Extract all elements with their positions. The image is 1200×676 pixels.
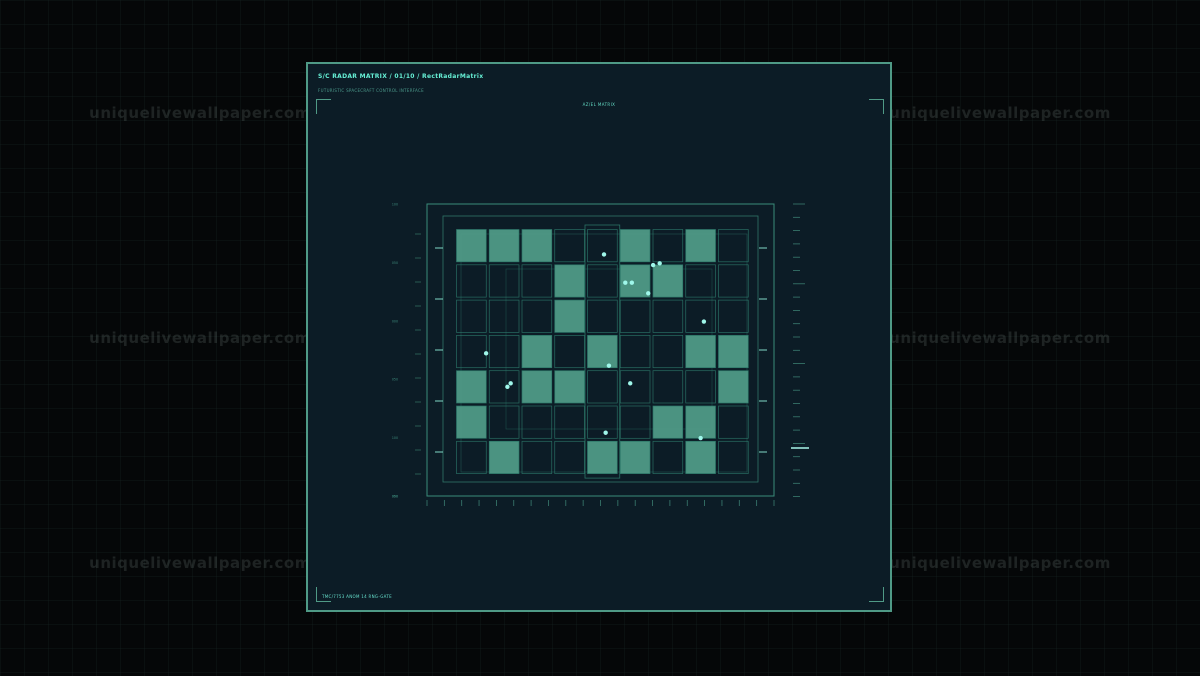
matrix-cell-filled [652, 264, 684, 298]
matrix-cell [521, 299, 553, 333]
matrix-cell-filled [718, 370, 749, 404]
matrix-cell-filled [456, 370, 487, 404]
matrix-cell-filled [685, 229, 716, 263]
matrix-cell [488, 405, 520, 439]
matrix-cell [685, 370, 716, 404]
radar-matrix: 100050000050100050000 [392, 203, 809, 506]
matrix-cell-filled [685, 335, 716, 369]
matrix-cell [488, 264, 520, 298]
radar-contact [623, 280, 628, 285]
matrix-cell [587, 229, 618, 263]
radar-contact [650, 262, 656, 268]
matrix-cell-filled [554, 299, 585, 333]
matrix-cell-filled [587, 440, 618, 474]
matrix-cell-filled [652, 405, 684, 439]
radar-contact [629, 280, 635, 285]
matrix-cell [521, 405, 553, 439]
matrix-cell [685, 299, 716, 333]
matrix-cell [718, 299, 749, 333]
matrix-cell [554, 440, 585, 474]
radar-contact [483, 351, 489, 356]
radar-contact [646, 291, 651, 296]
scale-label: 100 [392, 436, 398, 440]
matrix-cell [619, 335, 651, 369]
matrix-cell [488, 299, 520, 333]
matrix-cell [521, 264, 553, 298]
matrix-cell-filled [685, 440, 716, 474]
matrix-cell-filled [619, 229, 651, 263]
matrix-cell-filled [456, 229, 487, 263]
matrix-cell-filled [488, 229, 520, 263]
matrix-cell [652, 229, 684, 263]
scale-label: 000 [392, 319, 398, 323]
matrix-cell [652, 370, 684, 404]
matrix-cell [685, 264, 716, 298]
matrix-cell [652, 299, 684, 333]
matrix-cell-filled [521, 370, 553, 404]
matrix-cell [587, 370, 618, 404]
matrix-cell-filled [554, 370, 585, 404]
matrix-cell [619, 370, 651, 404]
matrix-cell [488, 370, 520, 404]
matrix-cell-filled [685, 405, 716, 439]
radar-contact [508, 381, 513, 386]
matrix-cell [554, 335, 585, 369]
matrix-cell-filled [488, 440, 520, 474]
matrix-cell [652, 335, 684, 369]
scale-label: 050 [392, 378, 398, 382]
matrix-cell [718, 264, 749, 298]
radar-contact [606, 363, 612, 368]
status-readout: TMC/7753 ANOM 14 RNG-GATE [322, 594, 392, 599]
matrix-cell [718, 440, 749, 474]
radar-contact [701, 319, 707, 324]
matrix-cell [554, 405, 585, 439]
radar-contact [657, 261, 662, 266]
scale-label: 100 [392, 203, 398, 207]
radar-contact [601, 252, 607, 257]
matrix-cell-filled [521, 335, 553, 369]
matrix-cell [554, 229, 585, 263]
matrix-cell-filled [619, 440, 651, 474]
matrix-cell [619, 405, 651, 439]
radar-contact [505, 384, 510, 390]
matrix-cell [718, 229, 749, 263]
radar-contact [698, 435, 703, 441]
matrix-cell-filled [587, 335, 618, 369]
scale-label: 050 [392, 261, 398, 265]
matrix-cell-filled [521, 229, 553, 263]
matrix-cell [718, 405, 749, 439]
radar-contact [603, 430, 608, 435]
matrix-cell [488, 335, 520, 369]
radar-panel: S/C RADAR MATRIX / 01/10 / RectRadarMatr… [306, 62, 892, 612]
radar-contact [628, 381, 633, 386]
matrix-cell [521, 440, 553, 474]
matrix-cell [652, 440, 684, 474]
matrix-cell [587, 405, 618, 439]
matrix-cell-filled [456, 405, 487, 439]
scale-label: 000 [392, 495, 398, 499]
matrix-cell [587, 264, 618, 298]
matrix-cell [619, 299, 651, 333]
matrix-cell-filled [554, 264, 585, 298]
matrix-cell-filled [718, 335, 749, 369]
matrix-cell [587, 299, 618, 333]
